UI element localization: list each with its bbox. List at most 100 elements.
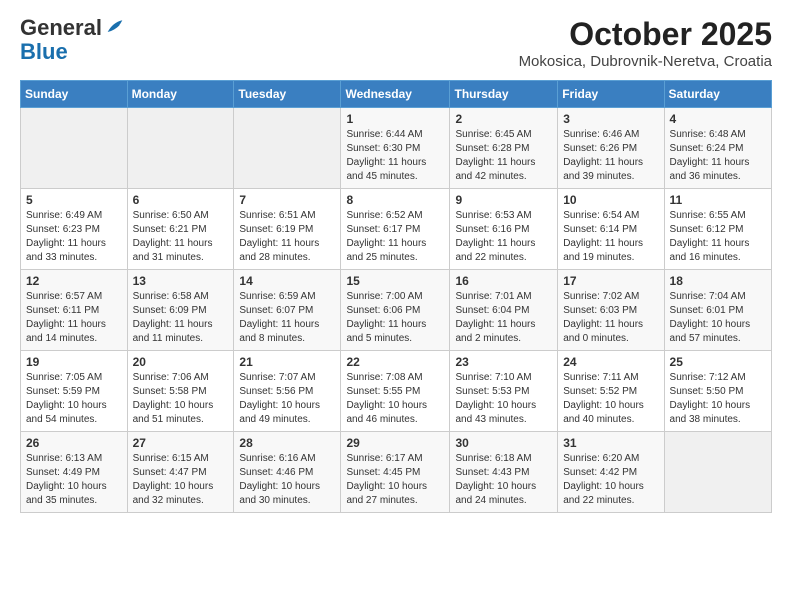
day-number: 20 bbox=[133, 355, 229, 369]
day-info: Sunrise: 6:53 AMSunset: 6:16 PMDaylight:… bbox=[455, 209, 552, 265]
calendar-cell: 2Sunrise: 6:45 AMSunset: 6:28 PMDaylight… bbox=[450, 108, 558, 189]
day-number: 10 bbox=[563, 193, 658, 207]
day-number: 22 bbox=[346, 355, 444, 369]
day-number: 16 bbox=[455, 274, 552, 288]
calendar-cell: 3 Sunrise: 6:46 AMSunset: 6:26 PMDaylight… bbox=[558, 108, 664, 189]
day-number: 15 bbox=[346, 274, 444, 288]
day-number: 27 bbox=[133, 436, 229, 450]
header: General Blue October 2025 Mokosica, Dubr… bbox=[20, 16, 772, 70]
calendar-cell: 29 Sunrise: 6:17 AMSunset: 4:45 PMDayligh… bbox=[341, 432, 450, 513]
day-info: Sunrise: 7:02 AMSunset: 6:03 PMDaylight:… bbox=[563, 290, 658, 346]
day-info: Sunrise: 6:17 AMSunset: 4:45 PMDaylight:… bbox=[346, 452, 444, 508]
day-info: Sunrise: 6:48 AMSunset: 6:24 PMDaylight:… bbox=[670, 128, 766, 184]
day-info: Sunrise: 6:54 AMSunset: 6:14 PMDaylight:… bbox=[563, 209, 658, 265]
calendar-cell: 7 Sunrise: 6:51 AMSunset: 6:19 PMDaylight… bbox=[234, 189, 341, 270]
day-number: 11 bbox=[670, 193, 766, 207]
calendar-cell: 1 Sunrise: 6:44 AMSunset: 6:30 PMDaylight… bbox=[341, 108, 450, 189]
day-info: Sunrise: 7:12 AMSunset: 5:50 PMDaylight:… bbox=[670, 371, 766, 427]
calendar-cell: 11 Sunrise: 6:55 AMSunset: 6:12 PMDayligh… bbox=[664, 189, 771, 270]
day-info: Sunrise: 7:10 AMSunset: 5:53 PMDaylight:… bbox=[455, 371, 552, 427]
title-block: October 2025 Mokosica, Dubrovnik-Neretva… bbox=[519, 16, 772, 70]
calendar-week-row: 12Sunrise: 6:57 AMSunset: 6:11 PMDayligh… bbox=[21, 270, 772, 351]
calendar-cell: 27 Sunrise: 6:15 AMSunset: 4:47 PMDayligh… bbox=[127, 432, 234, 513]
day-number: 2 bbox=[455, 112, 552, 126]
calendar-cell: 21 Sunrise: 7:07 AMSunset: 5:56 PMDayligh… bbox=[234, 351, 341, 432]
day-info: Sunrise: 6:44 AMSunset: 6:30 PMDaylight:… bbox=[346, 128, 444, 184]
calendar-cell: 13Sunrise: 6:58 AMSunset: 6:09 PMDayligh… bbox=[127, 270, 234, 351]
day-number: 31 bbox=[563, 436, 658, 450]
calendar-cell: 5 Sunrise: 6:49 AMSunset: 6:23 PMDaylight… bbox=[21, 189, 128, 270]
day-info: Sunrise: 6:59 AMSunset: 6:07 PMDaylight:… bbox=[239, 290, 335, 346]
day-info: Sunrise: 7:11 AMSunset: 5:52 PMDaylight:… bbox=[563, 371, 658, 427]
calendar-cell: 10 Sunrise: 6:54 AMSunset: 6:14 PMDayligh… bbox=[558, 189, 664, 270]
day-info: Sunrise: 7:06 AMSunset: 5:58 PMDaylight:… bbox=[133, 371, 229, 427]
calendar-week-row: 26Sunrise: 6:13 AMSunset: 4:49 PMDayligh… bbox=[21, 432, 772, 513]
weekday-header: Monday bbox=[127, 81, 234, 108]
calendar-week-row: 19Sunrise: 7:05 AMSunset: 5:59 PMDayligh… bbox=[21, 351, 772, 432]
calendar-title: October 2025 bbox=[519, 16, 772, 53]
day-number: 18 bbox=[670, 274, 766, 288]
day-number: 6 bbox=[133, 193, 229, 207]
day-number: 21 bbox=[239, 355, 335, 369]
day-info: Sunrise: 6:18 AMSunset: 4:43 PMDaylight:… bbox=[455, 452, 552, 508]
day-info: Sunrise: 6:15 AMSunset: 4:47 PMDaylight:… bbox=[133, 452, 229, 508]
calendar-header-row: SundayMondayTuesdayWednesdayThursdayFrid… bbox=[21, 81, 772, 108]
day-number: 9 bbox=[455, 193, 552, 207]
logo-blue-text: Blue bbox=[20, 40, 126, 64]
day-info: Sunrise: 6:52 AMSunset: 6:17 PMDaylight:… bbox=[346, 209, 444, 265]
calendar-table: SundayMondayTuesdayWednesdayThursdayFrid… bbox=[20, 80, 772, 513]
calendar-cell: 25 Sunrise: 7:12 AMSunset: 5:50 PMDayligh… bbox=[664, 351, 771, 432]
calendar-cell: 4Sunrise: 6:48 AMSunset: 6:24 PMDaylight… bbox=[664, 108, 771, 189]
calendar-cell: 20 Sunrise: 7:06 AMSunset: 5:58 PMDayligh… bbox=[127, 351, 234, 432]
calendar-cell: 15 Sunrise: 7:00 AMSunset: 6:06 PMDayligh… bbox=[341, 270, 450, 351]
day-number: 1 bbox=[346, 112, 444, 126]
calendar-cell bbox=[664, 432, 771, 513]
day-info: Sunrise: 6:16 AMSunset: 4:46 PMDaylight:… bbox=[239, 452, 335, 508]
day-number: 5 bbox=[26, 193, 122, 207]
calendar-cell: 16Sunrise: 7:01 AMSunset: 6:04 PMDayligh… bbox=[450, 270, 558, 351]
day-info: Sunrise: 7:07 AMSunset: 5:56 PMDaylight:… bbox=[239, 371, 335, 427]
day-number: 25 bbox=[670, 355, 766, 369]
day-number: 3 bbox=[563, 112, 658, 126]
weekday-header: Saturday bbox=[664, 81, 771, 108]
calendar-cell: 19Sunrise: 7:05 AMSunset: 5:59 PMDayligh… bbox=[21, 351, 128, 432]
day-info: Sunrise: 6:49 AMSunset: 6:23 PMDaylight:… bbox=[26, 209, 122, 265]
calendar-cell: 30 Sunrise: 6:18 AMSunset: 4:43 PMDayligh… bbox=[450, 432, 558, 513]
logo-general-text: General bbox=[20, 16, 102, 40]
day-info: Sunrise: 6:55 AMSunset: 6:12 PMDaylight:… bbox=[670, 209, 766, 265]
day-number: 12 bbox=[26, 274, 122, 288]
calendar-week-row: 5 Sunrise: 6:49 AMSunset: 6:23 PMDaylight… bbox=[21, 189, 772, 270]
calendar-cell bbox=[21, 108, 128, 189]
day-number: 13 bbox=[133, 274, 229, 288]
weekday-header: Tuesday bbox=[234, 81, 341, 108]
day-number: 7 bbox=[239, 193, 335, 207]
calendar-cell: 18Sunrise: 7:04 AMSunset: 6:01 PMDayligh… bbox=[664, 270, 771, 351]
calendar-cell: 9 Sunrise: 6:53 AMSunset: 6:16 PMDaylight… bbox=[450, 189, 558, 270]
logo-bird-icon bbox=[104, 17, 126, 39]
weekday-header: Thursday bbox=[450, 81, 558, 108]
day-info: Sunrise: 6:51 AMSunset: 6:19 PMDaylight:… bbox=[239, 209, 335, 265]
day-number: 8 bbox=[346, 193, 444, 207]
calendar-cell: 22Sunrise: 7:08 AMSunset: 5:55 PMDayligh… bbox=[341, 351, 450, 432]
page: General Blue October 2025 Mokosica, Dubr… bbox=[0, 0, 792, 529]
calendar-cell: 12Sunrise: 6:57 AMSunset: 6:11 PMDayligh… bbox=[21, 270, 128, 351]
day-info: Sunrise: 6:46 AMSunset: 6:26 PMDaylight:… bbox=[563, 128, 658, 184]
day-number: 24 bbox=[563, 355, 658, 369]
day-number: 14 bbox=[239, 274, 335, 288]
day-number: 29 bbox=[346, 436, 444, 450]
weekday-header: Wednesday bbox=[341, 81, 450, 108]
calendar-cell: 6 Sunrise: 6:50 AMSunset: 6:21 PMDaylight… bbox=[127, 189, 234, 270]
day-number: 26 bbox=[26, 436, 122, 450]
calendar-cell: 24 Sunrise: 7:11 AMSunset: 5:52 PMDayligh… bbox=[558, 351, 664, 432]
day-info: Sunrise: 7:00 AMSunset: 6:06 PMDaylight:… bbox=[346, 290, 444, 346]
day-number: 30 bbox=[455, 436, 552, 450]
calendar-cell: 28 Sunrise: 6:16 AMSunset: 4:46 PMDayligh… bbox=[234, 432, 341, 513]
calendar-cell: 31Sunrise: 6:20 AMSunset: 4:42 PMDayligh… bbox=[558, 432, 664, 513]
day-number: 28 bbox=[239, 436, 335, 450]
calendar-cell: 14 Sunrise: 6:59 AMSunset: 6:07 PMDayligh… bbox=[234, 270, 341, 351]
calendar-cell: 17Sunrise: 7:02 AMSunset: 6:03 PMDayligh… bbox=[558, 270, 664, 351]
day-info: Sunrise: 6:50 AMSunset: 6:21 PMDaylight:… bbox=[133, 209, 229, 265]
day-number: 19 bbox=[26, 355, 122, 369]
calendar-cell bbox=[234, 108, 341, 189]
weekday-header: Friday bbox=[558, 81, 664, 108]
